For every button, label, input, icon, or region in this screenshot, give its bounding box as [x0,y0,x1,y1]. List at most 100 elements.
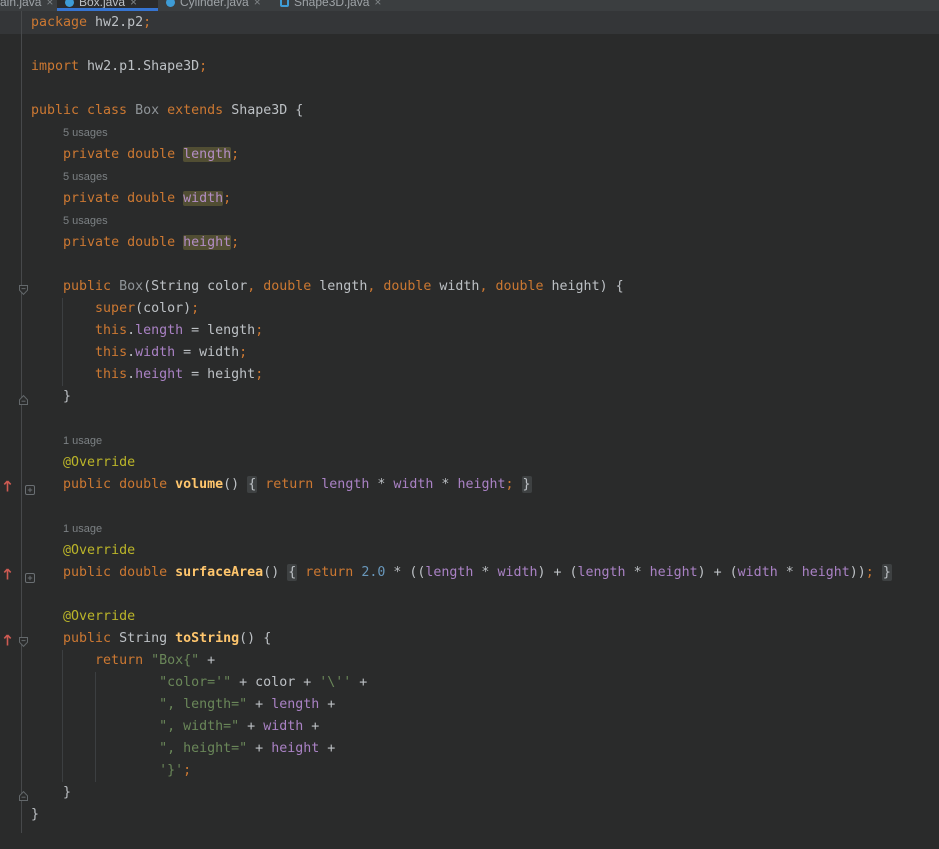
code-line[interactable]: this.width = width; [31,342,247,364]
fold-start-icon[interactable] [18,633,29,652]
code-line[interactable]: private double height; [31,232,239,254]
code-token-mtd: volume [175,477,224,492]
tab-cylinder-java[interactable]: Cylinder.java × [158,0,272,11]
tab-label: Shape3D.java [294,0,370,9]
fold-end-icon[interactable] [18,787,29,806]
code-token-kw: private double [63,147,176,162]
code-token-def [31,147,63,162]
close-icon[interactable]: × [130,0,137,8]
code-token-fld: length [425,565,474,580]
code-token-fld: width [737,565,778,580]
code-token-fld: width [497,565,538,580]
code-token-kw: public [63,631,112,646]
code-token-def: . [127,367,136,382]
code-token-def: + [247,741,272,756]
tab-label: Cylinder.java [180,0,249,9]
code-token-def [175,235,183,250]
code-token-str: "Box{" [151,653,200,668]
code-token-kw: this [95,345,128,360]
code-line[interactable]: public class Box extends Shape3D { [31,100,303,122]
code-token-def: + color + [231,675,320,690]
code-token-def: hw2.p2 [87,15,144,30]
code-line[interactable]: '}'; [31,760,191,782]
override-arrow-icon[interactable] [3,632,12,651]
code-token-def [31,565,63,580]
code-token-def: . [127,345,136,360]
code-token-def: (color) [135,301,192,316]
code-token-def [31,367,95,382]
code-token-kw: ; [865,565,874,580]
java-abstract-class-icon [280,0,289,7]
code-token-gray: Box [119,279,144,294]
usages-inlay-hint[interactable]: 5 usages [63,166,108,188]
close-icon[interactable]: × [374,0,381,8]
code-token-def [31,675,159,690]
code-line[interactable]: this.length = length; [31,320,263,342]
code-token-def [31,763,159,778]
code-line[interactable]: public String toString() { [31,628,271,650]
code-line[interactable]: super(color); [31,298,199,320]
code-token-kw: package [31,15,88,30]
code-line[interactable]: @Override [31,540,135,562]
code-token-kw: this [95,367,128,382]
code-line[interactable]: private double length; [31,144,239,166]
code-line[interactable]: private double width; [31,188,231,210]
code-line[interactable]: return "Box{" + [31,650,215,672]
code-token-def: * [777,565,802,580]
code-line[interactable]: import hw2.p1.Shape3D; [31,56,207,78]
code-line[interactable]: ", length=" + length + [31,694,335,716]
code-token-def [175,147,183,162]
code-line[interactable]: ", width=" + width + [31,716,319,738]
code-token-kw: ; [505,477,514,492]
code-line[interactable]: @Override [31,606,135,628]
code-line[interactable]: @Override [31,452,135,474]
code-line[interactable]: this.height = height; [31,364,263,386]
code-token-def [167,565,175,580]
code-token-def: ) + ( [537,565,578,580]
code-line[interactable]: public Box(String color, double length, … [31,276,624,298]
code-token-def [31,301,95,316]
tab-shape3d-java[interactable]: Shape3D.java × [272,0,392,11]
ide-window: ain.java × Box.java × Cylinder.java × Sh… [0,0,939,849]
code-line[interactable]: } [31,782,71,804]
code-line[interactable]: package hw2.p2; [31,12,151,34]
code-token-kw: ; [199,59,208,74]
code-token-fld: height [801,565,850,580]
code-token-fld: height [649,565,698,580]
code-token-kw: private double [63,191,176,206]
code-line[interactable]: public double surfaceArea() { return 2.0… [31,562,892,584]
code-token-def [31,741,159,756]
close-icon[interactable]: × [46,0,53,8]
java-class-icon [65,0,74,7]
code-line[interactable]: public double volume() { return length *… [31,474,532,496]
code-token-kw: return [95,653,144,668]
code-token-fold: } [521,476,532,493]
usages-inlay-hint[interactable]: 1 usage [63,518,102,540]
fold-start-icon[interactable] [18,281,29,300]
code-token-fold: { [287,564,298,581]
code-line[interactable]: ", height=" + height + [31,738,335,760]
code-editor[interactable]: package hw2.p2; import hw2.p1.Shape3D; pub… [0,11,939,849]
close-icon[interactable]: × [254,0,261,8]
code-line[interactable]: "color='" + color + '\'' + [31,672,367,694]
usages-inlay-hint[interactable]: 5 usages [63,210,108,232]
usages-inlay-hint[interactable]: 5 usages [63,122,108,144]
override-arrow-icon[interactable] [3,566,12,585]
override-arrow-icon[interactable] [3,478,12,497]
code-token-kw: public class [31,103,128,118]
usages-inlay-hint[interactable]: 1 usage [63,430,102,452]
code-token-kw: this [95,323,128,338]
code-token-def: + [239,719,264,734]
code-token-def [175,191,183,206]
code-token-kw: ; [223,191,232,206]
code-line[interactable]: } [31,804,39,826]
code-token-def: )) [849,565,866,580]
code-token-def [31,631,63,646]
fold-end-icon[interactable] [18,391,29,410]
code-token-def [31,345,95,360]
code-token-def [31,279,63,294]
tab-box-java[interactable]: Box.java × [57,0,158,11]
editor-tab-bar: ain.java × Box.java × Cylinder.java × Sh… [0,0,939,11]
tab-main-java[interactable]: ain.java × [0,0,57,11]
code-line[interactable]: } [31,386,71,408]
